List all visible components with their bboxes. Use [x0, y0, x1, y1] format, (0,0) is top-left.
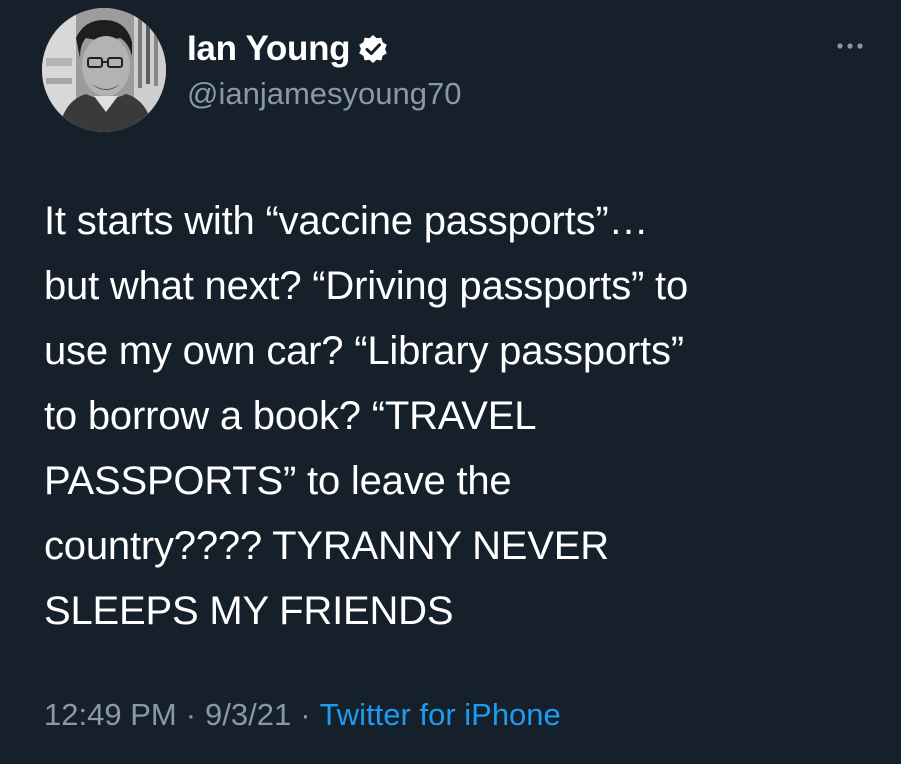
- verified-badge-icon: [358, 34, 388, 64]
- tweet-time[interactable]: 12:49 PM: [44, 697, 177, 733]
- author-handle[interactable]: @ianjamesyoung70: [187, 76, 461, 112]
- more-options-icon[interactable]: [830, 30, 870, 60]
- author-display-name[interactable]: Ian Young: [187, 29, 351, 69]
- avatar-photo: [42, 8, 166, 132]
- tweet-card: Ian Young @ianjamesyoung70 It starts wit…: [0, 0, 901, 764]
- tweet-source-link[interactable]: Twitter for iPhone: [320, 697, 561, 733]
- tweet-text: It starts with “vaccine passports”… but …: [44, 199, 689, 633]
- separator-dot: ·: [300, 697, 311, 732]
- tweet-metadata: 12:49 PM · 9/3/21 · Twitter for iPhone: [44, 697, 561, 733]
- tweet-date[interactable]: 9/3/21: [205, 697, 291, 733]
- author-name-row[interactable]: Ian Young: [187, 26, 388, 72]
- separator-dot: ·: [185, 697, 197, 732]
- avatar[interactable]: [42, 8, 166, 132]
